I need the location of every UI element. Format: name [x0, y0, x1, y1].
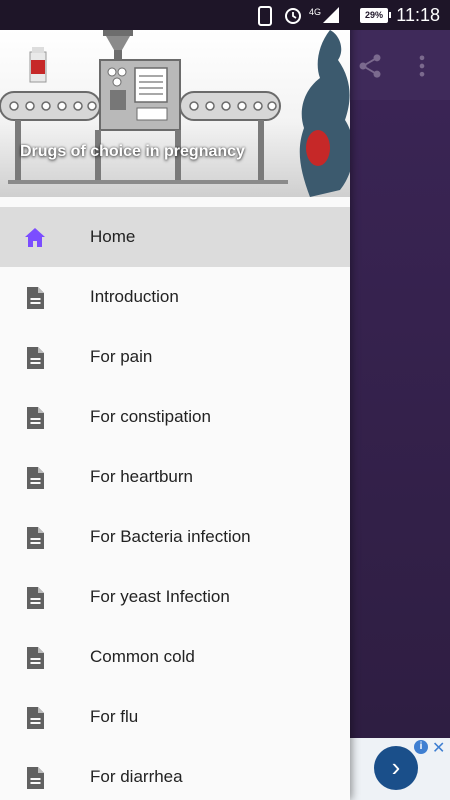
menu-item-common-cold[interactable]: Common cold — [0, 627, 350, 687]
menu-item-label: For pain — [90, 347, 153, 366]
drawer-header: Drugs of choice in pregnancy — [0, 30, 350, 197]
menu-item-for-flu[interactable]: For flu — [0, 687, 350, 747]
battery-icon: 29% — [360, 8, 391, 23]
menu-item-label: Introduction — [90, 287, 179, 306]
share-icon[interactable] — [356, 52, 384, 80]
drawer-menu: Home Introduction For pain For constipation… — [0, 207, 350, 800]
document-icon — [27, 467, 44, 489]
ad-next-arrow-icon[interactable]: › — [374, 746, 418, 790]
menu-item-label: Home — [90, 227, 136, 246]
menu-item-label: For constipation — [90, 407, 211, 426]
header-illustration — [0, 30, 350, 197]
menu-item-label: Common cold — [90, 647, 195, 666]
menu-item-label: For heartburn — [90, 467, 193, 486]
menu-item-label: For flu — [90, 707, 139, 726]
document-icon — [27, 647, 44, 669]
document-icon — [27, 527, 44, 549]
document-icon — [27, 287, 44, 309]
more-options-icon[interactable] — [414, 52, 430, 80]
home-icon — [25, 228, 45, 247]
signal-icon — [323, 7, 339, 23]
document-icon — [27, 347, 44, 369]
menu-item-for-bacteria-infection[interactable]: For Bacteria infection — [0, 507, 350, 567]
menu-item-for-diarrhea[interactable]: For diarrhea — [0, 747, 350, 800]
menu-item-label: For yeast Infection — [90, 587, 230, 606]
network-type: 4G — [309, 7, 322, 17]
menu-item-home[interactable]: Home — [0, 207, 350, 267]
navigation-drawer: Drugs of choice in pregnancy Home Introdu… — [0, 0, 350, 800]
document-icon — [27, 587, 44, 609]
menu-item-label: For Bacteria infection — [90, 527, 251, 546]
menu-item-for-constipation[interactable]: For constipation — [0, 387, 350, 447]
ad-info-icon[interactable]: i — [414, 740, 428, 754]
menu-item-for-pain[interactable]: For pain — [0, 327, 350, 387]
clock: 11:18 — [396, 5, 440, 25]
document-icon — [27, 767, 44, 789]
document-icon — [27, 407, 44, 429]
ad-close-icon[interactable]: ✕ — [432, 738, 445, 758]
phone-icon — [258, 6, 272, 26]
menu-item-for-heartburn[interactable]: For heartburn — [0, 447, 350, 507]
drawer-title: Drugs of choice in pregnancy — [20, 143, 245, 160]
status-bar: 4G 29% 11:18 — [0, 0, 450, 30]
alarm-icon — [285, 8, 301, 24]
menu-item-label: For diarrhea — [90, 767, 183, 786]
document-icon — [27, 707, 44, 729]
menu-item-for-yeast-infection[interactable]: For yeast Infection — [0, 567, 350, 627]
menu-item-introduction[interactable]: Introduction — [0, 267, 350, 327]
